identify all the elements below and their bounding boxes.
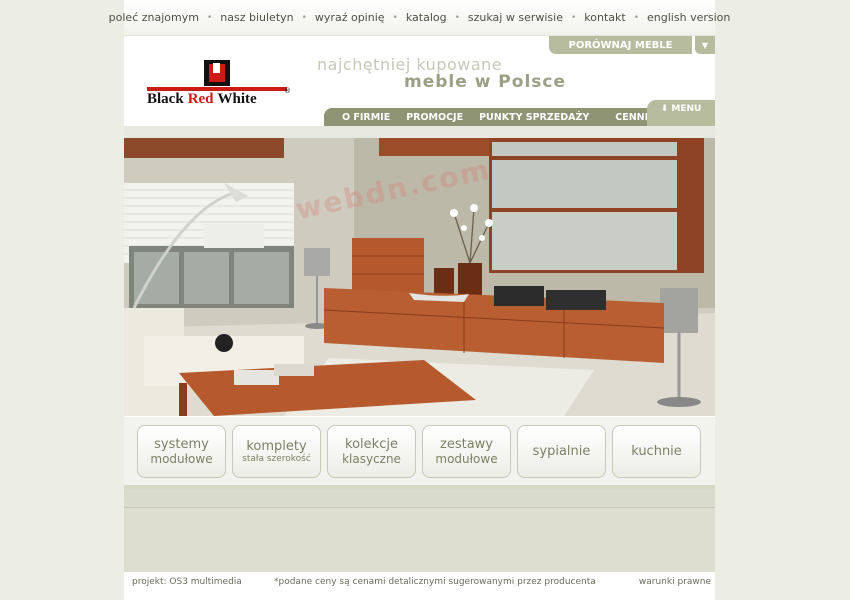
menu-item-stores[interactable]: PUNKTY SPRZEDAŻY <box>471 112 597 123</box>
category-bedrooms-button[interactable]: sypialnie <box>517 425 606 478</box>
footer-credit-link[interactable]: projekt: OS3 multimedia <box>132 577 242 587</box>
menu-item-about[interactable]: O FIRMIE <box>324 112 398 123</box>
slogan-line-2: meble w Polsce <box>404 72 567 92</box>
top-nav: poleć znajomym • nasz biuletyn • wyraź o… <box>109 0 730 36</box>
nav-separator: • <box>301 12 307 23</box>
logo-wordmark: Black Red White <box>147 91 257 107</box>
category-kitchens-button[interactable]: kuchnie <box>612 425 701 478</box>
category-modular-sets-button[interactable]: zestawy modułowe <box>422 425 511 478</box>
registered-mark: ® <box>284 87 291 95</box>
nav-search-link[interactable]: szukaj w serwisie <box>468 11 563 24</box>
menu-item-promotions[interactable]: PROMOCJE <box>398 112 471 123</box>
footer-price-note: *podane ceny są cenami detalicznymi suge… <box>274 577 596 587</box>
header-separator <box>124 126 715 138</box>
main-menu: O FIRMIE PROMOCJE PUNKTY SPRZEDAŻY CENNI <box>324 108 664 126</box>
divider-band <box>124 489 715 508</box>
logo-mark-icon <box>204 60 230 86</box>
compare-furniture-button[interactable]: PORÓWNAJ MEBLE <box>549 36 692 54</box>
nav-newsletter-link[interactable]: nasz biuletyn <box>220 11 293 24</box>
category-classic-collections-button[interactable]: kolekcje klasyczne <box>327 425 416 478</box>
category-modular-systems-button[interactable]: systemy modułowe <box>137 425 226 478</box>
page: poleć znajomym • nasz biuletyn • wyraź o… <box>109 0 730 600</box>
nav-separator: • <box>454 12 460 23</box>
chevron-down-icon[interactable]: ▼ <box>695 36 715 54</box>
nav-english-link[interactable]: english version <box>647 11 730 24</box>
nav-separator: • <box>633 12 640 23</box>
nav-catalog-link[interactable]: katalog <box>406 11 447 24</box>
nav-contact-link[interactable]: kontakt <box>584 11 625 24</box>
nav-opinion-link[interactable]: wyraź opinię <box>315 11 385 24</box>
content-area <box>124 508 715 572</box>
hero-photo: webdn.com <box>124 138 715 416</box>
footer: projekt: OS3 multimedia *podane ceny są … <box>124 572 715 600</box>
brand-logo[interactable]: Black Red White ® <box>147 60 292 110</box>
nav-separator: • <box>206 12 213 23</box>
nav-recommend-link[interactable]: poleć znajomym <box>109 11 199 24</box>
category-sets-button[interactable]: komplety stała szerokość <box>232 425 321 478</box>
footer-terms-link[interactable]: warunki prawne <box>639 577 711 587</box>
nav-separator: • <box>570 12 577 23</box>
nav-separator: • <box>392 12 398 23</box>
category-buttons: systemy modułowe komplety stała szerokoś… <box>124 417 715 485</box>
menu-toggle-button[interactable]: ⬇ MENU <box>647 100 715 126</box>
